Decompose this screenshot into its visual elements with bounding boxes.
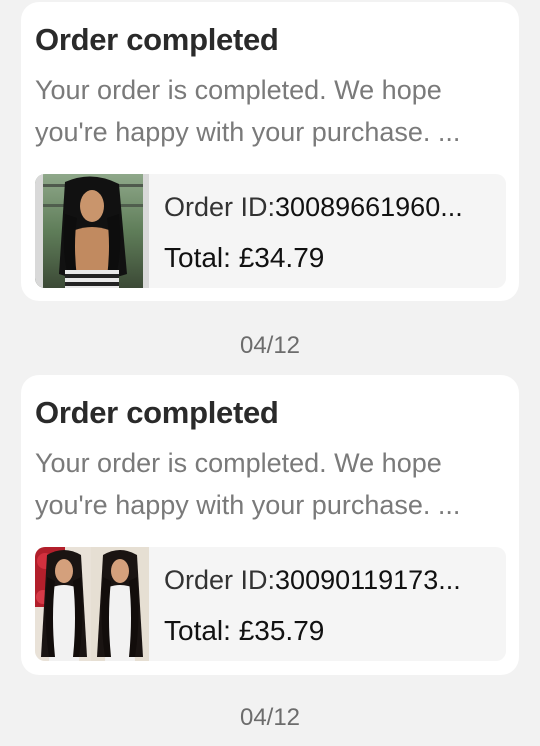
- order-summary[interactable]: Order ID:30090119173... Total: £35.79: [35, 547, 506, 661]
- total-value: £34.79: [238, 242, 325, 273]
- order-id-label: Order ID:: [164, 192, 276, 222]
- order-notification-card[interactable]: Order completed Your order is completed.…: [21, 2, 519, 301]
- notification-title: Order completed: [35, 395, 279, 430]
- product-photo-icon: [35, 547, 149, 661]
- product-thumbnail[interactable]: [35, 547, 149, 661]
- notification-title: Order completed: [35, 22, 279, 57]
- total-label: Total:: [164, 242, 231, 273]
- order-id-value: 30089661960...: [275, 192, 463, 222]
- notification-date: 04/12: [239, 332, 301, 359]
- total-label: Total:: [164, 615, 231, 646]
- total-value: £35.79: [238, 615, 325, 646]
- notification-date: 04/12: [239, 704, 301, 731]
- order-notification-card[interactable]: Order completed Your order is completed.…: [21, 375, 519, 675]
- order-id-label: Order ID:: [164, 565, 276, 595]
- order-id-value: 30090119173...: [275, 565, 461, 595]
- order-id: Order ID:30090119173...: [164, 562, 494, 598]
- product-thumbnail[interactable]: [35, 174, 149, 288]
- product-photo-icon: [35, 174, 149, 288]
- order-summary[interactable]: Order ID:30089661960... Total: £34.79: [35, 174, 506, 288]
- notification-body: Your order is completed. We hope you're …: [35, 75, 461, 147]
- order-id: Order ID:30089661960...: [164, 189, 494, 225]
- order-total: Total: £35.79: [164, 613, 324, 649]
- notification-feed: Order completed Your order is completed.…: [0, 0, 540, 746]
- order-total: Total: £34.79: [164, 240, 324, 276]
- notification-body: Your order is completed. We hope you're …: [35, 448, 461, 520]
